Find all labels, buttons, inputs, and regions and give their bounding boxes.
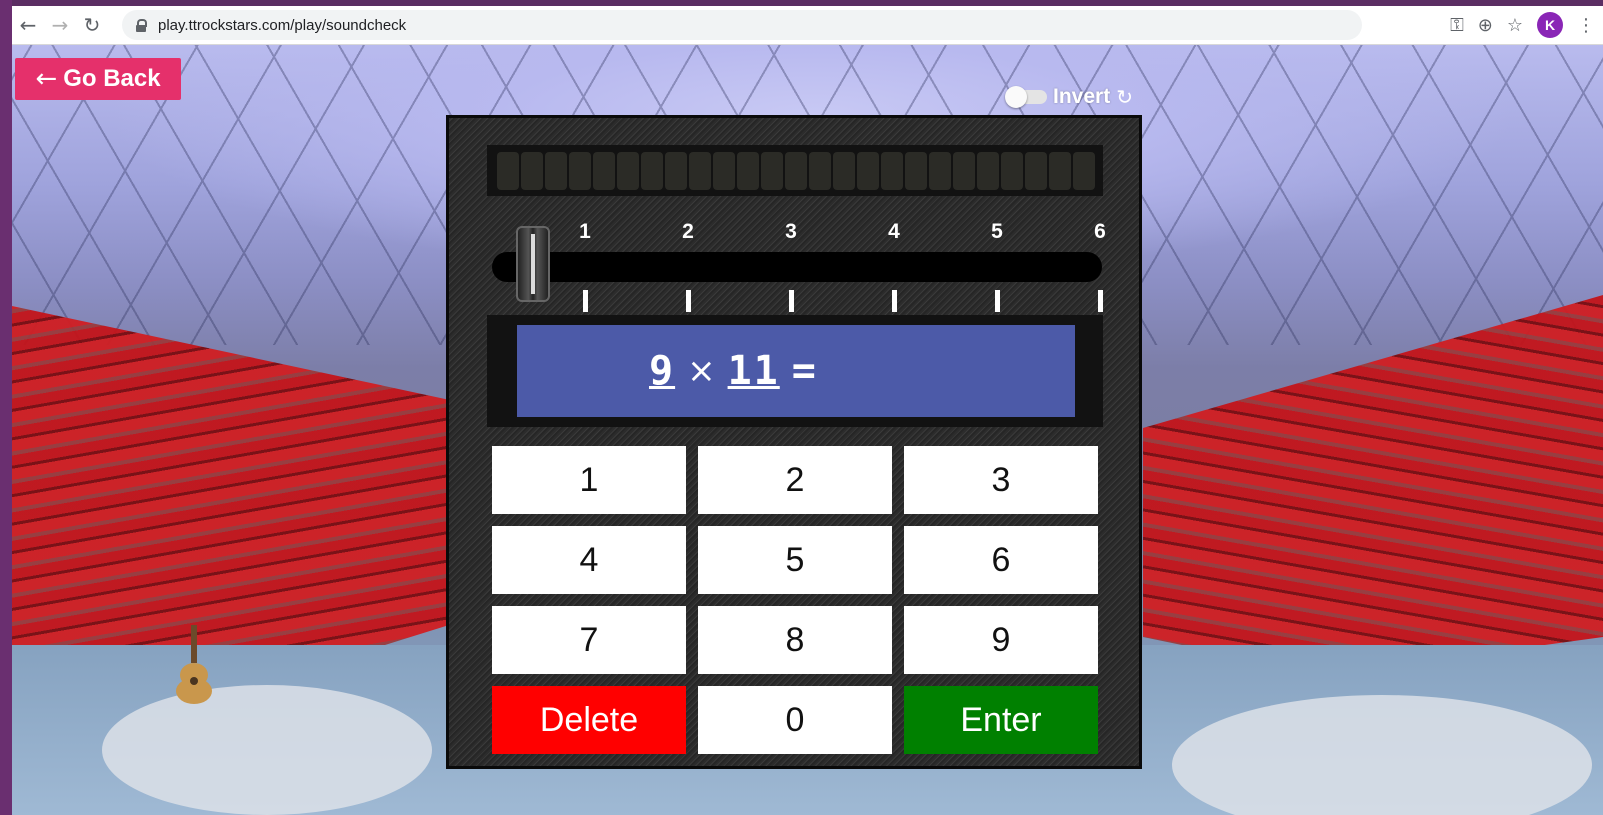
address-bar[interactable]: play.ttrockstars.com/play/soundcheck [122,10,1362,40]
speed-scale-label: 1 [579,220,591,243]
progress-meter [487,145,1103,196]
meter-cell [761,151,783,190]
question-box: 9 × 11 = [487,315,1103,427]
key-7[interactable]: 7 [492,606,686,674]
speed-slider-thumb[interactable] [516,226,550,302]
meter-cell [881,151,903,190]
speed-scale-label: 3 [785,220,797,243]
lock-icon[interactable] [136,19,147,32]
meter-cell [713,151,735,190]
meter-cell [497,151,519,190]
question-operator: × [687,351,716,391]
menu-icon[interactable]: ⋮ [1577,15,1595,36]
refresh-icon: ↻ [1116,85,1133,109]
go-back-label: Go Back [63,65,161,92]
speed-scale-tick [789,290,794,312]
soundcheck-panel: 123456 9 × 11 = 1 2 3 4 5 6 7 8 9 Delete… [446,115,1142,769]
speed-scale-tick [995,290,1000,312]
key-4[interactable]: 4 [492,526,686,594]
delete-button[interactable]: Delete [492,686,686,754]
question-right-operand: 11 [727,348,780,394]
meter-cell [737,151,759,190]
speed-scale-tick [583,290,588,312]
meter-cell [857,151,879,190]
question-left-operand: 9 [649,348,676,394]
meter-cell [1049,151,1071,190]
speed-scale-label: 6 [1094,220,1106,243]
meter-cell [593,151,615,190]
key-5[interactable]: 5 [698,526,892,594]
meter-cell [545,151,567,190]
meter-cell [569,151,591,190]
spotlight-left [102,685,432,815]
meter-cell [689,151,711,190]
arena-seats-right [1143,295,1603,675]
meter-cell [521,151,543,190]
forward-arrow-icon[interactable]: → [44,9,76,41]
invert-switch-knob [1005,86,1027,108]
speed-scale-label: 4 [888,220,900,243]
meter-cell [665,151,687,190]
meter-cell [929,151,951,190]
go-back-button[interactable]: ← Go Back [15,58,181,100]
key-9[interactable]: 9 [904,606,1098,674]
arena-seats-left [12,306,462,705]
key-8[interactable]: 8 [698,606,892,674]
invert-label: Invert [1053,85,1111,108]
meter-cell [977,151,999,190]
meter-cell [617,151,639,190]
back-arrow-icon[interactable]: ← [12,9,44,41]
key-icon[interactable]: ⚿ [1450,15,1464,36]
question-display: 9 × 11 = [517,325,1075,417]
speed-slider-track[interactable] [492,252,1102,282]
back-arrow-icon: ← [35,64,58,94]
speed-scale-label: 2 [682,220,694,243]
speed-scale-tick [892,290,897,312]
meter-cell [1073,151,1095,190]
speed-scale-labels: 1 2 3 4 5 6 [449,220,1145,244]
key-2[interactable]: 2 [698,446,892,514]
meter-cell [785,151,807,190]
speed-scale-tick [686,290,691,312]
browser-toolbar: ← → ↻ play.ttrockstars.com/play/soundche… [12,6,1603,45]
meter-cell [905,151,927,190]
number-keypad: 1 2 3 4 5 6 7 8 9 Delete 0 Enter [492,446,1098,756]
key-6[interactable]: 6 [904,526,1098,594]
meter-cell [641,151,663,190]
url-text: play.ttrockstars.com/play/soundcheck [158,16,407,34]
guitar-icon [176,625,212,704]
invert-switch[interactable] [1005,86,1047,108]
meter-cell [953,151,975,190]
meter-cell [1001,151,1023,190]
star-icon[interactable]: ☆ [1507,15,1523,36]
invert-toggle[interactable]: Invert ↻ [1005,85,1133,109]
speed-scale-tick [1098,290,1103,312]
key-3[interactable]: 3 [904,446,1098,514]
add-icon[interactable]: ⊕ [1478,15,1493,36]
meter-cell [809,151,831,190]
key-0[interactable]: 0 [698,686,892,754]
question-equals: = [791,348,816,394]
meter-cell [1025,151,1047,190]
speed-scale-label: 5 [991,220,1003,243]
reload-icon[interactable]: ↻ [76,9,108,41]
game-page: ← Go Back Invert ↻ 123456 9 × 11 = 1 2 3… [12,45,1603,815]
key-1[interactable]: 1 [492,446,686,514]
enter-button[interactable]: Enter [904,686,1098,754]
window-frame-left [0,0,12,815]
meter-cell [833,151,855,190]
toolbar-actions: ⚿ ⊕ ☆ K ⋮ [1450,12,1603,38]
profile-avatar[interactable]: K [1537,12,1563,38]
